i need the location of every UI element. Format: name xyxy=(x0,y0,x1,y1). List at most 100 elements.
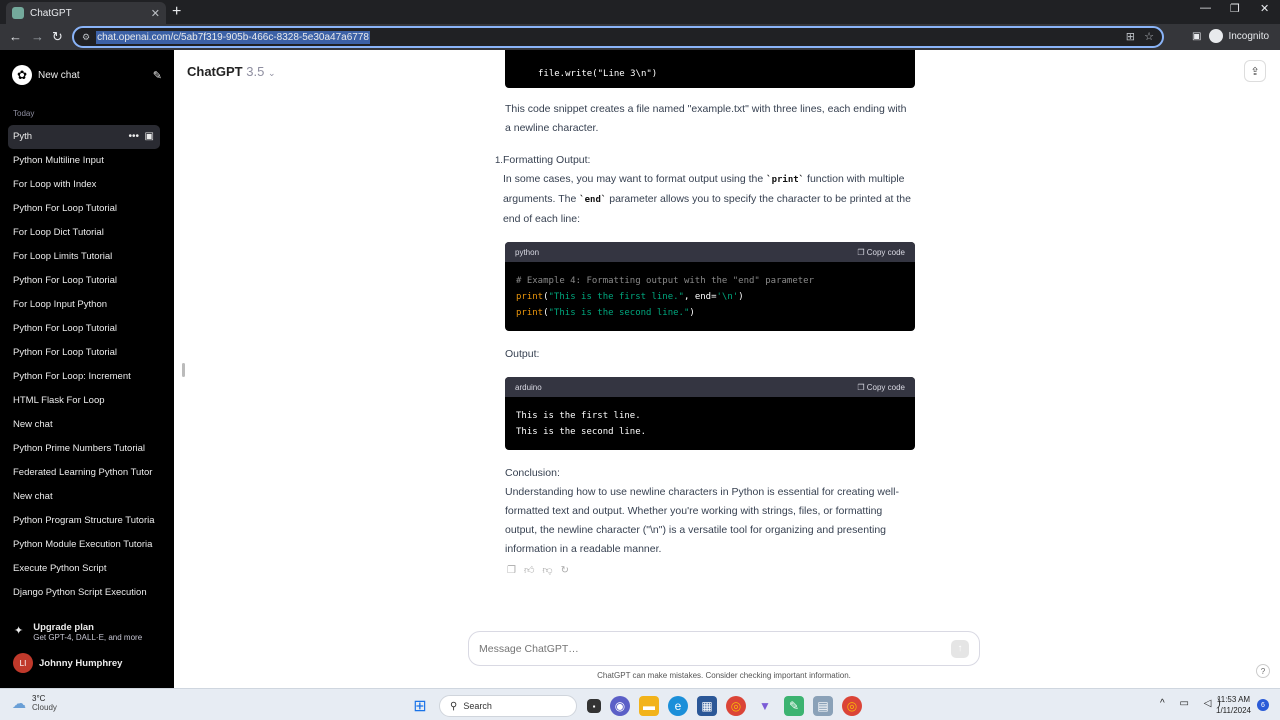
inline-code: `print` xyxy=(766,175,805,185)
url-text[interactable]: chat.openai.com/c/5ab7f319-905b-466c-832… xyxy=(96,30,370,44)
tab-close-icon[interactable]: ✕ xyxy=(151,7,160,20)
back-arrow-icon[interactable]: ← xyxy=(9,29,22,44)
sidebar-item[interactable]: Python For Loop Tutorial xyxy=(8,269,160,293)
sidebar-item[interactable]: Execute Python Script xyxy=(8,557,160,581)
paragraph: This code snippet creates a file named "… xyxy=(505,103,907,134)
copy-icon[interactable]: ❐ xyxy=(507,565,524,576)
send-arrow-icon[interactable]: ↑ xyxy=(951,639,969,658)
reload-icon[interactable]: ↻ xyxy=(52,29,63,45)
sidebar-item[interactable]: Python Multiline Input xyxy=(8,149,160,173)
code-block-previous: file.write("Line 3\n") xyxy=(505,50,915,88)
list-item-title: Formatting Output: xyxy=(502,154,591,166)
sidebar-item[interactable]: Python Program Structure Tutoria xyxy=(8,509,160,533)
sidebar-item[interactable]: Python Prime Numbers Tutorial xyxy=(8,437,160,461)
code-header: python ❐ Copy code xyxy=(505,242,915,262)
clock[interactable]: 11:53 AM 1/11/2024 xyxy=(1216,694,1251,716)
sidebar-item[interactable]: Python Module Execution Tutoria xyxy=(8,533,160,557)
sidebar-item[interactable]: Python For Loop Tutorial xyxy=(8,341,160,365)
regenerate-icon[interactable]: ↻ xyxy=(561,565,577,576)
copy-code-button[interactable]: ❐ Copy code xyxy=(857,378,905,397)
incognito-badge[interactable]: ▣ Incognito ⋮ xyxy=(1192,29,1280,43)
taskbar-search[interactable]: ⚲ Search xyxy=(439,695,577,717)
upgrade-plan-button[interactable]: ✦ Upgrade plan Get GPT-4, DALL·E, and mo… xyxy=(14,622,142,642)
model-selector[interactable]: ChatGPT 3.5 ⌄ xyxy=(187,64,276,79)
incognito-label: Incognito xyxy=(1228,30,1270,42)
weather-widget[interactable]: ☁ 3°C Cloudy xyxy=(12,694,57,712)
new-tab-button[interactable]: + xyxy=(172,3,181,21)
sidebar-item[interactable]: New chat xyxy=(8,485,160,509)
user-menu[interactable]: LI Johnny Humphrey xyxy=(13,653,122,673)
restore-icon[interactable]: ❐ xyxy=(1230,2,1240,15)
sidebar-item[interactable]: For Loop Input Python xyxy=(8,293,160,317)
media-icon[interactable]: ▤ xyxy=(813,696,833,716)
code-block-arduino: arduino ❐ Copy code This is the first li… xyxy=(505,377,915,450)
sidebar-item[interactable]: Python For Loop: Increment xyxy=(8,365,160,389)
edge-browser-icon[interactable]: e xyxy=(668,696,688,716)
sidepanel-icon[interactable]: ▣ xyxy=(1192,31,1201,42)
store-icon[interactable]: ▦ xyxy=(697,696,717,716)
sidebar-toggle-handle[interactable] xyxy=(182,363,185,377)
taskbar-apps: ⊞ ⚲ Search ▪ ◉ ▬ e ▦ ◎ ▼ ✎ ▤ ◎ xyxy=(410,695,871,717)
section-today: Today xyxy=(13,109,35,118)
disclaimer: ChatGPT can make mistakes. Consider chec… xyxy=(597,671,851,680)
chat-history-list: Pyth ••• ▣ Python Multiline Input For Loo… xyxy=(8,125,160,605)
list-item: 1. Formatting Output: In some cases, you… xyxy=(495,151,915,229)
sidebar: ✿ New chat ✎ Today Pyth ••• ▣ Python Mult… xyxy=(0,50,174,688)
openai-logo-icon: ✿ xyxy=(12,65,32,85)
new-chat-button[interactable]: ✿ New chat ✎ xyxy=(12,64,162,86)
windows-start-icon[interactable]: ⊞ xyxy=(410,696,430,716)
code-language: python xyxy=(515,247,540,257)
code-line: file.write("Line 3\n") xyxy=(538,69,658,79)
share-icon[interactable]: ⇪ xyxy=(1244,60,1266,82)
code-comment: # Example 4: Formatting output with the … xyxy=(516,276,815,286)
sidebar-item[interactable]: HTML Flask For Loop xyxy=(8,389,160,413)
code-block-python: python ❐ Copy code # Example 4: Formatti… xyxy=(505,242,915,331)
site-info-icon[interactable]: ⚙ xyxy=(82,32,90,43)
output-label: Output: xyxy=(505,348,540,360)
sidebar-item[interactable]: For Loop Limits Tutorial xyxy=(8,245,160,269)
address-bar[interactable]: ⚙ chat.openai.com/c/5ab7f319-905b-466c-8… xyxy=(72,26,1164,48)
chrome-active-icon[interactable]: ◎ xyxy=(842,696,862,716)
chatgpt-favicon-icon xyxy=(12,7,24,19)
sidebar-item[interactable]: Django Python Script Execution xyxy=(8,581,160,605)
message-input[interactable] xyxy=(479,642,951,655)
code-header: arduino ❐ Copy code xyxy=(505,377,915,397)
forward-arrow-icon[interactable]: → xyxy=(31,29,44,44)
inline-code: `end` xyxy=(579,195,607,205)
sidebar-item[interactable]: Python For Loop Tutorial xyxy=(8,197,160,221)
copy-code-button[interactable]: ❐ Copy code xyxy=(857,243,905,262)
file-explorer-icon[interactable]: ▬ xyxy=(639,696,659,716)
browser-toolbar: ← → ↻ ⚙ chat.openai.com/c/5ab7f319-905b-… xyxy=(0,24,1280,50)
output-line: This is the first line. xyxy=(516,411,641,421)
app-icon[interactable]: ▼ xyxy=(755,696,775,716)
bookmark-star-icon[interactable]: ⊞ ☆ xyxy=(1126,30,1154,43)
close-window-icon[interactable]: ✕ xyxy=(1260,2,1269,15)
help-icon[interactable]: ? xyxy=(1256,664,1270,678)
weather-condition: Cloudy xyxy=(32,703,57,712)
sidebar-item[interactable]: For Loop Dict Tutorial xyxy=(8,221,160,245)
sidebar-item[interactable]: Federated Learning Python Tutor xyxy=(8,461,160,485)
thumbs-down-icon[interactable]: 👎︎ xyxy=(542,565,560,576)
chat-content: file.write("Line 3\n") This code snippet… xyxy=(495,50,915,580)
list-item-text: In some cases, you may want to format ou… xyxy=(502,173,911,225)
list-number: 1. xyxy=(495,155,503,166)
sidebar-item[interactable]: New chat xyxy=(8,413,160,437)
new-chat-label: New chat xyxy=(38,69,80,81)
thumbs-up-icon[interactable]: 👍︎ xyxy=(524,565,542,576)
output-line: This is the second line. xyxy=(516,427,647,437)
notepad-icon[interactable]: ✎ xyxy=(784,696,804,716)
sidebar-item[interactable]: Python For Loop Tutorial xyxy=(8,317,160,341)
upgrade-title: Upgrade plan xyxy=(33,622,94,633)
tab-chatgpt[interactable]: ChatGPT ✕ xyxy=(6,2,166,24)
minimize-icon[interactable]: — xyxy=(1200,2,1211,14)
upgrade-subtitle: Get GPT-4, DALL·E, and more xyxy=(33,633,143,642)
more-options-icon[interactable]: ••• ▣ xyxy=(128,125,154,149)
chat-app-icon[interactable]: ◉ xyxy=(610,696,630,716)
sidebar-item[interactable]: For Loop with Index xyxy=(8,173,160,197)
task-view-icon[interactable]: ▪ xyxy=(587,699,601,713)
sidebar-item[interactable]: Pyth ••• ▣ xyxy=(8,125,160,149)
chrome-icon[interactable]: ◎ xyxy=(726,696,746,716)
edit-icon[interactable]: ✎ xyxy=(153,69,162,82)
user-name: Johnny Humphrey xyxy=(39,657,123,669)
notification-badge[interactable]: 6 xyxy=(1257,699,1269,711)
